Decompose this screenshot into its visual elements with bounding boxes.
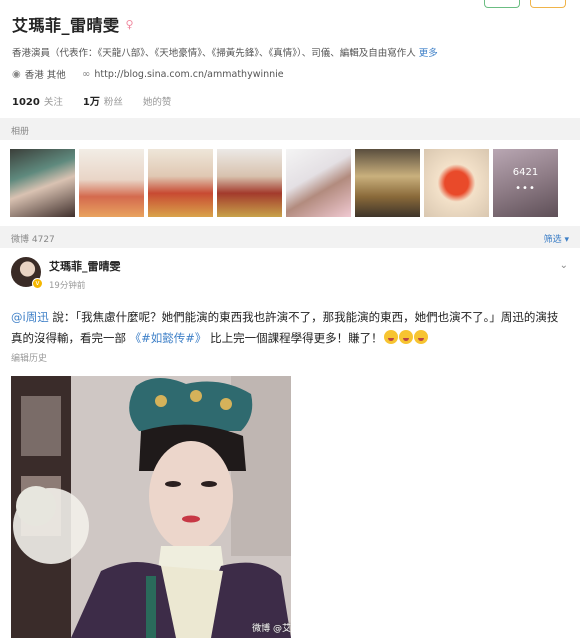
bio-more-link[interactable]: 更多	[419, 48, 438, 59]
link-icon: ∞	[82, 68, 91, 80]
profile-meta: ◉ 香港 其他 ∞ http://blog.sina.com.cn/ammath…	[12, 67, 568, 82]
post-author-row: v 艾瑪菲_雷晴雯 19分钟前	[11, 257, 569, 291]
laughing-emoji-icon	[398, 330, 413, 344]
profile-header: 艾瑪菲_雷晴雯 ♀ 香港演員（代表作：《天龍八部》、《天地豪情》、《掃黃先鋒》、…	[0, 0, 580, 108]
album-photo[interactable]	[10, 149, 75, 217]
album-photo[interactable]	[424, 149, 489, 217]
profile-stats: 1020 关注 1万 粉丝 她的赞	[12, 93, 568, 108]
album-photo[interactable]	[286, 149, 351, 217]
blog-link[interactable]: ∞ http://blog.sina.com.cn/ammathywinnie	[82, 69, 284, 80]
bio-text: 香港演員（代表作：《天龍八部》、《天地豪情》、《掃黃先鋒》、《真情》）、司儀、編…	[12, 48, 416, 59]
album-label: 相册	[11, 127, 30, 137]
blog-url[interactable]: http://blog.sina.com.cn/ammathywinnie	[94, 69, 283, 80]
profile-bio: 香港演員（代表作：《天龍八部》、《天地豪情》、《掃黃先鋒》、《真情》）、司儀、編…	[12, 45, 568, 59]
profile-name: 艾瑪菲_雷晴雯	[12, 16, 120, 35]
filter-button[interactable]: 筛选 ▾	[544, 232, 569, 245]
likes-stat[interactable]: 她的赞	[143, 94, 172, 108]
location-text: 香港 其他	[24, 70, 66, 81]
follow-button[interactable]	[530, 0, 566, 8]
topic-link[interactable]: 《#如懿传#》	[130, 331, 207, 345]
portrait-photo	[11, 376, 291, 638]
edit-history-link[interactable]: 编辑历史	[11, 351, 569, 364]
female-icon: ♀	[125, 17, 134, 31]
post-text: @i周迅 說：「我焦慮什麼呢？她們能演的東西我也許演不了，那我能演的東西，她們也…	[11, 307, 569, 349]
album-more-photo[interactable]: 6421 •••	[493, 149, 558, 217]
avatar[interactable]: v	[11, 257, 43, 289]
album-section-bar: 相册	[0, 118, 580, 140]
album-photo[interactable]	[355, 149, 420, 217]
album-photo-count: 6421	[512, 167, 539, 178]
laughing-emoji-icon	[383, 330, 398, 344]
top-action-buttons	[484, 0, 566, 8]
message-button[interactable]	[484, 0, 520, 8]
post-author[interactable]: 艾瑪菲_雷晴雯	[49, 258, 121, 274]
verified-icon: v	[32, 278, 43, 289]
weibo-post: v 艾瑪菲_雷晴雯 19分钟前 ⌄ @i周迅 說：「我焦慮什麼呢？她們能演的東西…	[0, 248, 580, 638]
album-photo[interactable]	[79, 149, 144, 217]
image-watermark: 微博 @艾	[252, 624, 291, 634]
following-stat[interactable]: 1020 关注	[12, 94, 63, 108]
laughing-emoji-icon	[413, 330, 428, 344]
post-image[interactable]: 微博 @艾	[11, 376, 291, 638]
location: ◉ 香港 其他	[12, 67, 82, 82]
post-time[interactable]: 19分钟前	[49, 279, 121, 291]
feed-bar: 微博 4727 筛选 ▾	[0, 226, 580, 248]
album-strip: 6421 •••	[0, 140, 580, 226]
mention-link[interactable]: @i周迅	[11, 310, 49, 324]
caret-down-icon: ▾	[564, 235, 569, 245]
album-photo[interactable]	[148, 149, 213, 217]
more-dots-icon: •••	[515, 183, 536, 194]
post-count: 微博 4727	[11, 235, 55, 245]
post-text-part: 比上完一個課程學得更多！賺了！	[206, 331, 383, 345]
followers-stat[interactable]: 1万 粉丝	[83, 93, 123, 108]
album-photo[interactable]	[217, 149, 282, 217]
chevron-down-icon[interactable]: ⌄	[560, 260, 568, 271]
location-pin-icon: ◉	[12, 68, 21, 80]
